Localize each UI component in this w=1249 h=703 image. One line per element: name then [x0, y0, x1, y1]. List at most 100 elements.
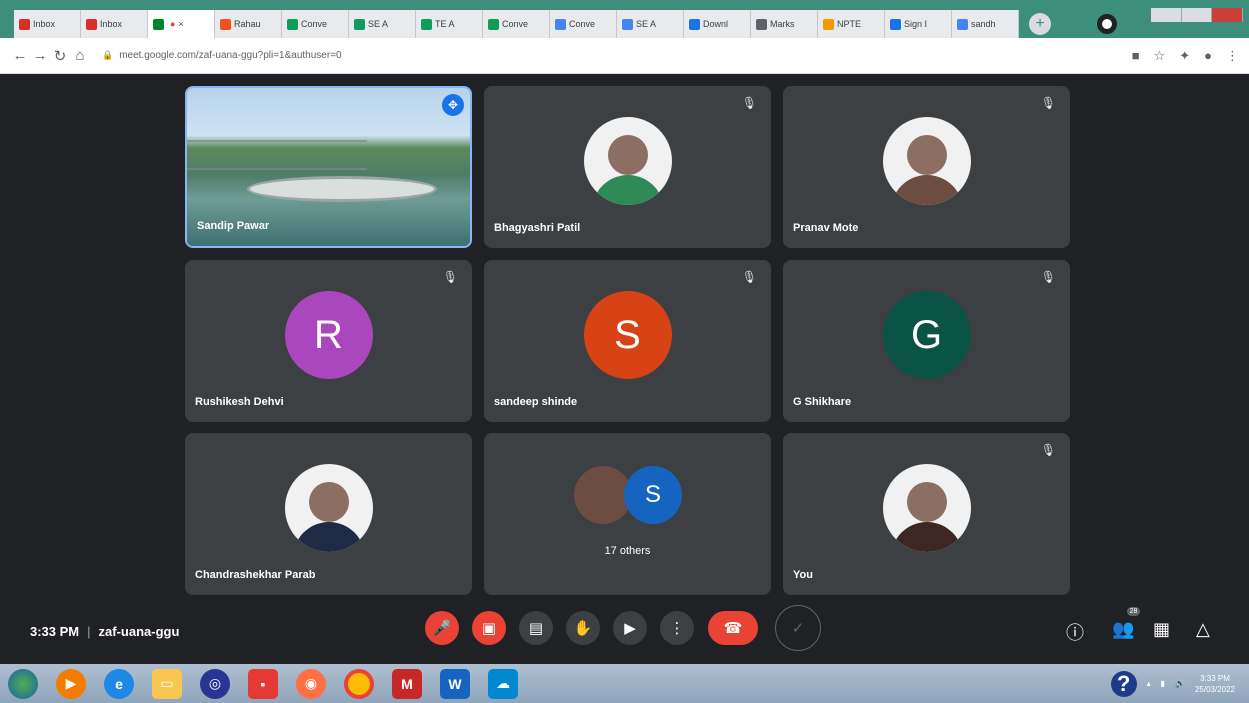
file-explorer-icon[interactable]: ▭ [152, 668, 182, 699]
close-button[interactable] [1212, 8, 1244, 22]
google-icon [622, 18, 633, 30]
browser-tab[interactable]: Conve [483, 10, 550, 38]
mic-toggle-button[interactable]: 🎤 [425, 611, 459, 645]
tab-label: Conve [502, 19, 529, 29]
browser-tab[interactable]: SE A [349, 10, 416, 38]
mic-off-icon: 🎙 [1040, 443, 1056, 457]
meeting-details-icon[interactable]: ⓘ [1066, 619, 1084, 645]
google-icon [555, 18, 566, 30]
minimize-button[interactable] [1151, 8, 1182, 22]
app-icon[interactable]: ▪ [248, 668, 278, 699]
present-button[interactable]: ▶ [613, 611, 647, 645]
help-icon[interactable]: ? [1110, 670, 1137, 697]
forward-icon[interactable]: → [30, 47, 50, 64]
participant-name: Sandip Pawar [197, 220, 270, 232]
browser-tab[interactable]: Conve [282, 10, 349, 38]
captions-button[interactable]: ▤ [519, 611, 553, 645]
new-tab-button[interactable]: + [1029, 13, 1051, 35]
chrome-icon[interactable] [344, 668, 374, 699]
browser-tab[interactable]: SE A [617, 10, 684, 38]
mic-off-icon: 🎙 [1040, 270, 1056, 284]
maximize-button[interactable] [1181, 8, 1213, 22]
browser-tab[interactable]: Conve [550, 10, 617, 38]
participant-tile[interactable]: Chandrashekhar Parab [185, 433, 472, 595]
mic-off-icon: 🎙 [442, 270, 458, 284]
disc-app-icon[interactable]: ◎ [200, 668, 230, 699]
participant-tile[interactable]: ✥ Sandip Pawar [185, 86, 472, 248]
meeting-time: 3:33 PM [30, 624, 80, 639]
browser-tab[interactable]: Downl [684, 10, 751, 38]
more-vert-icon: ⋮ [669, 620, 685, 637]
url-field[interactable]: 🔒 meet.google.com/zaf-uana-ggu?pli=1&aut… [102, 50, 1132, 61]
network-icon[interactable]: ▮ [1161, 679, 1165, 688]
media-player-icon[interactable]: ▶ [56, 668, 86, 699]
profile-icon[interactable] [1097, 14, 1117, 34]
browser-tab[interactable]: TE A [416, 10, 483, 38]
more-options-button[interactable]: ⋮ [660, 611, 694, 645]
browser-tab[interactable]: Inbox [81, 10, 148, 38]
browser-tab[interactable]: Marks [751, 10, 818, 38]
meeting-info: 3:33 PM | zaf-uana-ggu [30, 624, 179, 639]
doc-icon [220, 18, 231, 30]
participant-tile[interactable]: R 🎙 Rushikesh Dehvi [185, 260, 472, 422]
participant-tile[interactable]: S 17 others [484, 433, 771, 595]
people-icon[interactable]: 👥 28 [1112, 607, 1141, 640]
pin-icon[interactable]: ✥ [442, 94, 464, 116]
leave-call-button[interactable]: ☎ [708, 611, 758, 645]
profile-avatar-icon[interactable]: ● [1204, 48, 1212, 64]
url-text: meet.google.com/zaf-uana-ggu?pli=1&authu… [119, 50, 342, 61]
browser-tab[interactable]: ● × [148, 10, 215, 38]
browser-tab[interactable]: Rahau [215, 10, 282, 38]
mendeley-icon[interactable]: M [392, 668, 422, 699]
browser-tab[interactable]: Inbox [14, 10, 81, 38]
browser-tab[interactable]: NPTE [818, 10, 885, 38]
extensions-icon[interactable]: ✦ [1179, 48, 1190, 64]
participant-tile[interactable]: S 🎙 sandeep shinde [484, 260, 771, 422]
tab-label: Downl [703, 19, 729, 29]
tab-label: Conve [301, 19, 328, 29]
tab-label: Rahau [234, 19, 261, 29]
back-icon[interactable]: ← [10, 47, 30, 64]
cloud-app-icon[interactable]: ☁ [488, 668, 518, 699]
meet-icon [153, 18, 164, 30]
word-icon[interactable]: W [440, 668, 470, 699]
camera-permission-icon[interactable]: ■ [1132, 48, 1140, 64]
person-body [292, 522, 365, 552]
internet-explorer-icon[interactable]: e [104, 668, 134, 699]
avatar-photo [583, 117, 672, 205]
tab-label: NPTE [837, 19, 862, 29]
browser-tab[interactable]: sandh [952, 10, 1019, 38]
camera-toggle-button[interactable]: ▣ [472, 611, 506, 645]
person-body [890, 522, 963, 552]
mic-off-icon: 🎙 [1040, 96, 1056, 110]
signin-icon [890, 18, 901, 30]
bookmark-star-icon[interactable]: ☆ [1154, 48, 1166, 64]
start-button[interactable] [8, 668, 38, 699]
volume-icon[interactable]: 🔊 [1175, 679, 1185, 688]
activities-icon[interactable]: △ [1196, 619, 1210, 640]
tab-label: Inbox [33, 19, 56, 29]
home-icon[interactable]: ⌂ [70, 47, 90, 64]
tab-label: Conve [569, 19, 596, 29]
close-tab-icon[interactable]: × [178, 19, 183, 29]
chat-icon[interactable]: ▦ [1153, 619, 1170, 640]
menu-kebab-icon[interactable]: ⋮ [1226, 48, 1239, 64]
firefox-icon[interactable]: ◉ [296, 668, 326, 699]
participant-tile[interactable]: 🎙 Pranav Mote [783, 86, 1070, 248]
participant-tile[interactable]: 🎙 Bhagyashri Patil [484, 86, 771, 248]
tray-chevron-icon[interactable]: ▴ [1147, 679, 1151, 688]
gmail-icon [19, 18, 30, 30]
raise-hand-button[interactable]: ✋ [566, 611, 600, 645]
reload-icon[interactable]: ↻ [50, 47, 70, 65]
camera-off-icon: ▣ [481, 620, 497, 637]
clock-date: 25/03/2022 [1194, 684, 1235, 694]
tab-label: SE A [636, 19, 657, 29]
browser-toolbar-icons: ■ ☆ ✦ ● ⋮ [1132, 48, 1239, 64]
browser-tab[interactable]: Sign I [885, 10, 952, 38]
check-icon: ✓ [791, 620, 805, 637]
participant-tile[interactable]: G 🎙 G Shikhare [783, 260, 1070, 422]
download-icon [689, 18, 700, 30]
clock[interactable]: 3:33 PM 25/03/2022 [1195, 673, 1235, 695]
participant-tile[interactable]: 🎙 You [783, 433, 1070, 595]
overlay-check-button[interactable]: ✓ [775, 605, 821, 651]
